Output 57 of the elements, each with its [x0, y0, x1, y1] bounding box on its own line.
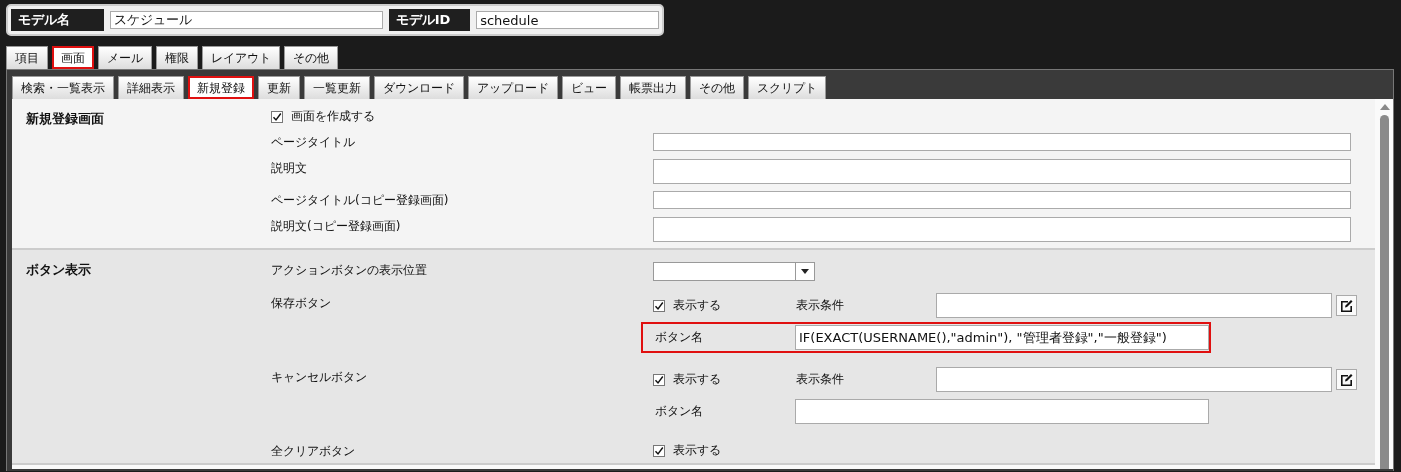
checkbox[interactable]	[271, 110, 283, 123]
checkbox-label: 表示する	[673, 371, 721, 388]
text-area[interactable]	[653, 158, 1351, 184]
tab[interactable]: 権限	[156, 46, 198, 69]
tab[interactable]: ビュー	[562, 76, 616, 99]
field-label: ボタン名	[655, 329, 704, 346]
section-title: ボタン表示	[26, 262, 92, 279]
edit-icon[interactable]	[1336, 369, 1357, 390]
dropdown[interactable]	[653, 262, 815, 281]
tab[interactable]: その他	[284, 46, 338, 69]
tab[interactable]: 画面	[52, 46, 94, 69]
section-title: 新規登録画面	[26, 111, 105, 128]
text-area[interactable]	[653, 217, 1351, 243]
tab[interactable]: ダウンロード	[374, 76, 464, 99]
caret-icon	[801, 269, 809, 274]
input-field[interactable]	[653, 191, 1351, 210]
checkbox[interactable]	[653, 373, 665, 386]
field-label: 説明文(コピー登録画面)	[271, 218, 402, 236]
tab[interactable]: 一覧更新	[304, 76, 370, 99]
input-field[interactable]	[936, 367, 1332, 392]
checkbox-label: 表示する	[673, 297, 721, 314]
checkbox-label: 表示する	[673, 442, 721, 459]
checkbox[interactable]	[653, 444, 665, 457]
checkbox[interactable]	[653, 299, 665, 312]
field-label: 保存ボタン	[271, 295, 332, 312]
tab[interactable]: 帳票出力	[620, 76, 686, 99]
tab[interactable]: アップロード	[468, 76, 558, 99]
edit-icon[interactable]	[1336, 295, 1357, 316]
field-label: アクションボタンの表示位置	[271, 261, 428, 279]
field-label: 表示条件	[796, 371, 845, 388]
tab[interactable]: スクリプト	[748, 76, 826, 99]
model-id-field[interactable]: schedule	[476, 11, 659, 29]
model-name-field[interactable]: スケジュール	[110, 11, 383, 29]
field-label: ボタン名	[655, 403, 704, 420]
input-field[interactable]	[653, 132, 1351, 151]
scrollbar-thumb[interactable]	[1380, 115, 1389, 469]
scroll-up-icon[interactable]	[1380, 103, 1390, 111]
field-label: 説明文	[271, 159, 308, 177]
input-field[interactable]	[795, 399, 1209, 424]
checkbox-label: 画面を作成する	[291, 108, 375, 125]
model-name-label: モデル名	[11, 9, 105, 31]
tab[interactable]: メール	[98, 46, 152, 69]
field-label: ページタイトル(コピー登録画面)	[271, 192, 450, 210]
tab[interactable]: 新規登録	[188, 76, 254, 99]
tab[interactable]: その他	[690, 76, 744, 99]
field-label: ページタイトル	[271, 133, 356, 151]
input-field[interactable]	[936, 293, 1332, 318]
field-label: 全クリアボタン	[271, 443, 356, 460]
tab[interactable]: 詳細表示	[118, 76, 184, 99]
tab[interactable]: 検索・一覧表示	[12, 76, 114, 99]
tab[interactable]: 項目	[6, 46, 48, 69]
tab[interactable]: 更新	[258, 76, 300, 99]
model-id-label: モデルID	[388, 9, 471, 31]
input-field[interactable]: IF(EXACT(USERNAME(),"admin"), "管理者登録","一般登録")	[795, 325, 1209, 350]
field-label: キャンセルボタン	[271, 369, 368, 386]
tab[interactable]: レイアウト	[202, 46, 280, 69]
field-label: 表示条件	[796, 297, 845, 314]
